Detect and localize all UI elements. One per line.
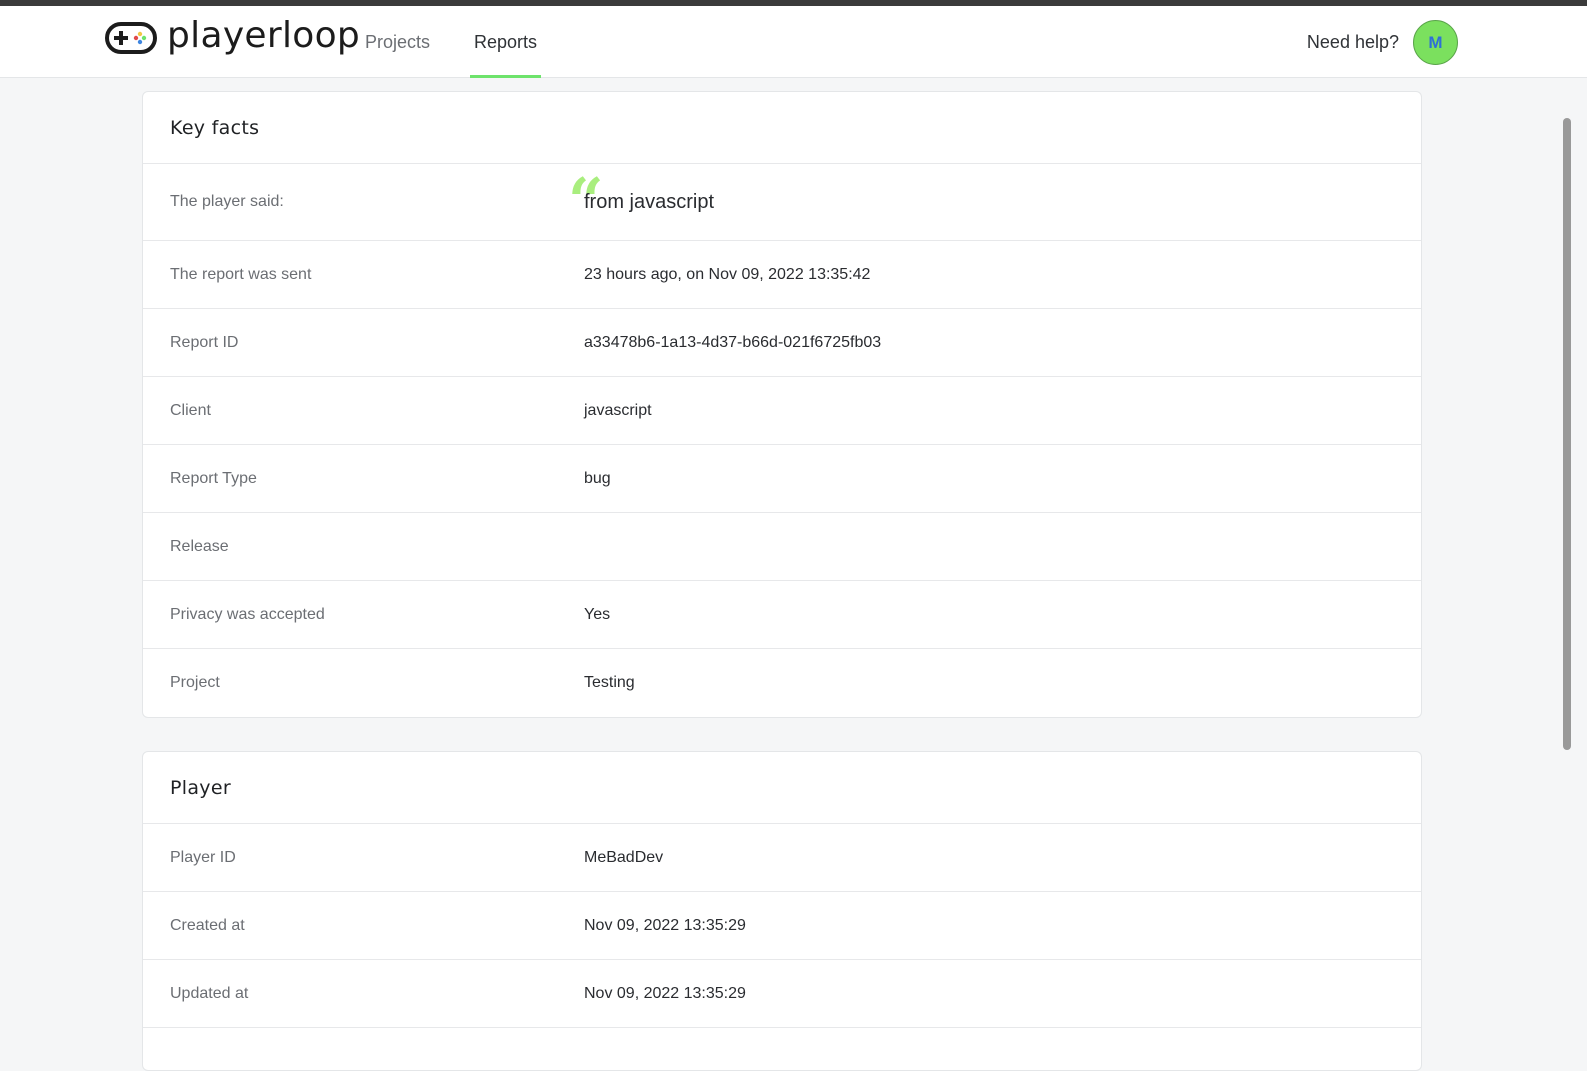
player-said-row: The player said: “ from javascript <box>143 164 1421 241</box>
player-value: MeBadDev <box>584 848 664 866</box>
player-said-label: The player said: <box>170 193 284 210</box>
fact-value: javascript <box>584 401 652 419</box>
fact-value: a33478b6-1a13-4d37-b66d-021f6725fb03 <box>584 333 882 351</box>
fact-value: 23 hours ago, on Nov 09, 2022 13:35:42 <box>584 265 871 283</box>
fact-row-sent: The report was sent 23 hours ago, on Nov… <box>143 241 1421 309</box>
key-facts-header: Key facts <box>143 92 1421 164</box>
active-tab-indicator <box>470 75 541 78</box>
fact-label: The report was sent <box>170 265 312 283</box>
fact-value: Testing <box>584 674 635 691</box>
need-help-link[interactable]: Need help? <box>1307 6 1399 78</box>
player-row-created: Created at Nov 09, 2022 13:35:29 <box>143 892 1421 960</box>
fact-label: Report Type <box>170 469 257 487</box>
scrollbar-thumb[interactable] <box>1563 118 1571 750</box>
key-facts-card: Key facts The player said: “ from javasc… <box>142 91 1422 718</box>
player-card: Player Player ID MeBadDev Created at Nov… <box>142 751 1422 1071</box>
player-label: Created at <box>170 916 245 934</box>
fact-label: Project <box>170 674 220 691</box>
player-value: Nov 09, 2022 13:35:29 <box>584 984 746 1002</box>
player-label: Updated at <box>170 984 249 1002</box>
brand-name: playerloop <box>167 15 361 56</box>
fact-row-privacy: Privacy was accepted Yes <box>143 581 1421 649</box>
player-row-id: Player ID MeBadDev <box>143 824 1421 892</box>
fact-row-project: Project Testing <box>143 649 1421 717</box>
key-facts-title: Key facts <box>170 116 260 139</box>
fact-value: bug <box>584 469 611 487</box>
fact-label: Privacy was accepted <box>170 605 325 623</box>
fact-row-release: Release <box>143 513 1421 581</box>
fact-row-report-type: Report Type bug <box>143 445 1421 513</box>
avatar-initial: M <box>1428 32 1443 52</box>
brand-logo[interactable]: playerloop <box>105 15 361 56</box>
player-label: Player ID <box>170 848 236 866</box>
fact-value: Yes <box>584 605 611 623</box>
user-avatar[interactable]: M <box>1413 20 1458 65</box>
gamepad-icon <box>105 22 157 54</box>
player-header: Player <box>143 752 1421 824</box>
nav-projects[interactable]: Projects <box>365 6 430 78</box>
player-said-value: from javascript <box>584 191 715 213</box>
fact-label: Report ID <box>170 333 239 351</box>
fact-row-client: Client javascript <box>143 377 1421 445</box>
fact-label: Client <box>170 401 211 419</box>
player-row-updated: Updated at Nov 09, 2022 13:35:29 <box>143 960 1421 1028</box>
fact-row-report-id: Report ID a33478b6-1a13-4d37-b66d-021f67… <box>143 309 1421 377</box>
player-value: Nov 09, 2022 13:35:29 <box>584 916 746 934</box>
top-navbar: playerloop Projects Reports Need help? M <box>0 6 1587 78</box>
player-title: Player <box>170 776 231 799</box>
nav-reports[interactable]: Reports <box>474 6 537 78</box>
fact-label: Release <box>170 537 229 555</box>
